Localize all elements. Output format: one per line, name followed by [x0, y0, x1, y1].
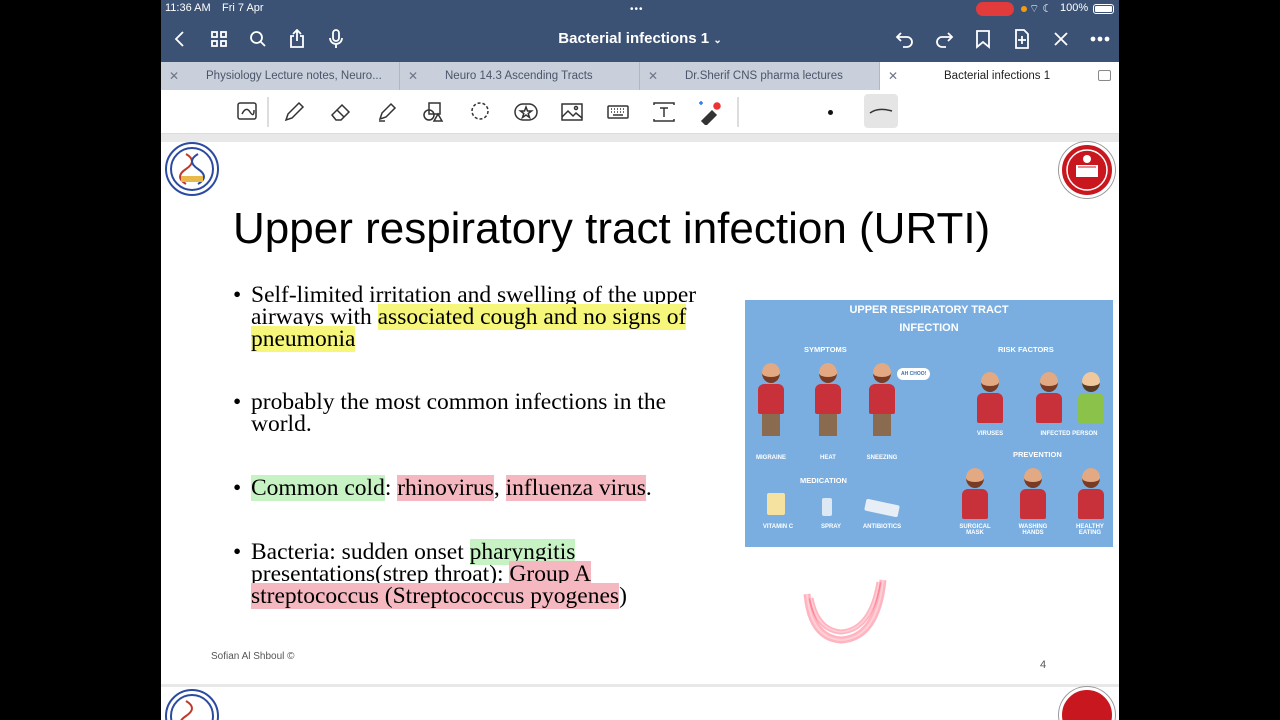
status-date: Fri 7 Apr [222, 2, 264, 14]
sneeze-speech-bubble: AH CHOO! [897, 368, 931, 380]
slide-page[interactable]: Upper respiratory tract infection (URTI)… [161, 142, 1119, 680]
ipad-screen: 11:36 AM Fri 7 Apr ••• ⌔ ☾ 100% Bacteria… [161, 0, 1119, 720]
eraser-icon[interactable] [328, 99, 354, 125]
more-icon[interactable] [1089, 28, 1111, 50]
add-page-icon[interactable] [1011, 28, 1033, 50]
lasso-icon[interactable] [467, 99, 493, 125]
next-slide-page[interactable] [161, 684, 1119, 720]
faculty-logo-right [1059, 142, 1115, 198]
stroke-style-icon[interactable] [864, 94, 898, 128]
highlight-green: Common cold [251, 475, 385, 501]
person-illustration [758, 363, 784, 436]
highlight-red: rhinovirus [397, 475, 494, 501]
undo-icon[interactable] [894, 28, 916, 50]
document-tabs: ✕ Physiology Lecture notes, Neuro... ✕ N… [161, 62, 1119, 90]
tab-physiology[interactable]: ✕ Physiology Lecture notes, Neuro... [161, 62, 400, 90]
slide-page-number: 4 [1040, 659, 1047, 671]
wifi-icon: ⌔ ☾ [1029, 3, 1053, 15]
tab-cns-pharma[interactable]: ✕ Dr.Sherif CNS pharma lectures [640, 62, 880, 90]
antibiotics-pills-icon [864, 498, 900, 518]
tab-neuro[interactable]: ✕ Neuro 14.3 Ascending Tracts [400, 62, 640, 90]
close-tab-icon[interactable]: ✕ [888, 69, 898, 83]
screen-recording-indicator [976, 2, 1014, 16]
toolbar-divider [737, 97, 739, 127]
bookmark-icon[interactable] [972, 28, 994, 50]
person-illustration [1078, 372, 1104, 423]
tab-bacterial-infections[interactable]: ✕ Bacterial infections 1 [880, 62, 1119, 90]
university-logo-left [165, 689, 219, 720]
person-illustration [1020, 468, 1046, 519]
close-tab-icon[interactable]: ✕ [648, 69, 658, 83]
shapes-icon[interactable] [420, 99, 446, 125]
pen-size-dot-icon[interactable] [817, 99, 843, 125]
mic-indicator-icon [1021, 6, 1027, 12]
handwritten-checkmark-annotation [803, 579, 887, 644]
person-illustration [962, 468, 988, 519]
image-icon[interactable] [559, 99, 585, 125]
spray-bottle-icon [822, 498, 832, 516]
text-icon[interactable] [651, 99, 677, 125]
battery-icon [1093, 4, 1114, 14]
laser-pointer-icon[interactable] [697, 99, 723, 125]
slide-credit: Sofian Al Shboul © [211, 651, 295, 662]
sidebar-toggle-icon[interactable] [1098, 70, 1111, 81]
page-gap [161, 134, 1119, 142]
close-tab-icon[interactable]: ✕ [408, 69, 418, 83]
faculty-logo-right [1059, 687, 1115, 720]
person-illustration [869, 363, 895, 436]
person-illustration [815, 363, 841, 436]
close-pen-icon[interactable] [1050, 28, 1072, 50]
urti-infographic-image: UPPER RESPIRATORY TRACT INFECTION SYMPTO… [745, 300, 1113, 547]
close-tab-icon[interactable]: ✕ [169, 69, 179, 83]
university-logo-left [165, 142, 219, 196]
sticker-icon[interactable] [513, 99, 539, 125]
person-illustration [977, 372, 1003, 423]
highlighter-icon[interactable] [374, 99, 400, 125]
highlight-red: influenza virus [505, 475, 646, 501]
vitamin-c-glass-icon [767, 493, 785, 515]
multitasking-dots-icon[interactable]: ••• [630, 4, 644, 15]
slide-title: Upper respiratory tract infection (URTI) [233, 204, 991, 253]
keyboard-icon[interactable] [605, 99, 631, 125]
battery-percent: 100% [1060, 2, 1089, 14]
navigation-bar: 11:36 AM Fri 7 Apr ••• ⌔ ☾ 100% Bacteria… [161, 0, 1119, 62]
status-time: 11:36 AM [165, 2, 211, 14]
lasso-select-icon[interactable] [235, 99, 261, 125]
toolbar-divider [267, 97, 269, 127]
annotation-toolbar [161, 90, 1119, 134]
pen-icon[interactable] [281, 99, 307, 125]
person-illustration [1036, 372, 1062, 423]
person-illustration [1078, 468, 1104, 519]
redo-icon[interactable] [933, 28, 955, 50]
